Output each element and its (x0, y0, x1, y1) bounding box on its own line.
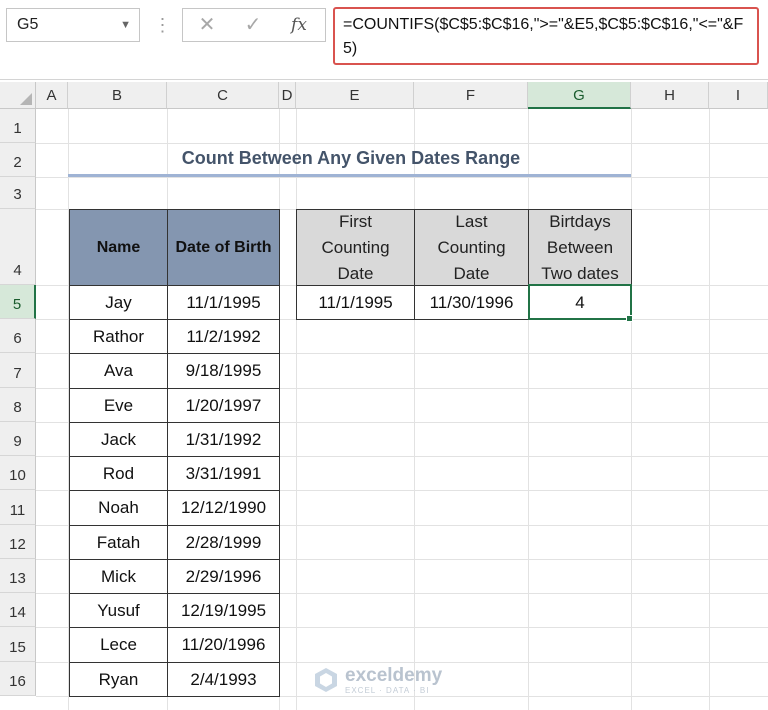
header-line: Counting (321, 237, 390, 257)
row-header-6[interactable]: 6 (0, 319, 36, 353)
cell-name[interactable]: Eve (69, 388, 168, 423)
cell-name[interactable]: Fatah (69, 525, 168, 560)
row-header-14[interactable]: 14 (0, 593, 36, 627)
cell-name[interactable]: Ryan (69, 662, 168, 697)
column-header-a[interactable]: A (36, 82, 68, 109)
header-name[interactable]: Name (69, 209, 168, 286)
fill-handle[interactable] (626, 315, 633, 322)
more-options-icon[interactable]: ⋮ (152, 10, 172, 40)
watermark-tagline: EXCEL · DATA · BI (345, 685, 430, 695)
column-header-h[interactable]: H (631, 82, 709, 109)
header-first-counting-date[interactable]: First Counting Date (296, 209, 415, 286)
row-header-1[interactable]: 1 (0, 109, 36, 143)
enter-icon[interactable]: ✓ (235, 9, 271, 41)
column-header-d[interactable]: D (279, 82, 296, 109)
cell-dob[interactable]: 11/1/1995 (167, 285, 280, 320)
header-birthdays-between[interactable]: Birtdays Between Two dates (528, 209, 632, 286)
gridline (528, 109, 529, 710)
cell-dob[interactable]: 9/18/1995 (167, 353, 280, 389)
column-header-b[interactable]: B (68, 82, 167, 109)
row-header-10[interactable]: 10 (0, 456, 36, 490)
active-cell-selection (528, 284, 632, 320)
select-all-corner[interactable] (0, 82, 36, 109)
header-line: Counting (437, 237, 506, 257)
fx-label: fx (291, 15, 307, 35)
chevron-down-icon[interactable]: ▼ (120, 9, 131, 41)
row-header-5[interactable]: 5 (0, 285, 36, 319)
formula-buttons: ✕ ✓ fx (182, 8, 326, 42)
cell-dob[interactable]: 3/31/1991 (167, 456, 280, 491)
header-line: Two dates (541, 263, 619, 283)
column-header-c[interactable]: C (167, 82, 279, 109)
formula-input[interactable]: =COUNTIFS($C$5:$C$16,">="&E5,$C$5:$C$16,… (333, 7, 759, 65)
watermark: exceldemy EXCEL · DATA · BI (313, 662, 442, 698)
name-box[interactable]: G5 ▼ (6, 8, 140, 42)
insert-function-icon[interactable]: fx (281, 9, 317, 41)
cell-dob[interactable]: 11/2/1992 (167, 319, 280, 354)
select-all-triangle (20, 93, 32, 105)
cell-name[interactable]: Rod (69, 456, 168, 491)
cell-dob[interactable]: 2/28/1999 (167, 525, 280, 560)
row-header-3[interactable]: 3 (0, 177, 36, 209)
header-line: Between (546, 237, 614, 257)
cell-name[interactable]: Ava (69, 353, 168, 389)
cell-dob[interactable]: 12/19/1995 (167, 593, 280, 628)
header-line: Last (455, 211, 488, 231)
row-header-15[interactable]: 15 (0, 627, 36, 662)
gridline (36, 177, 768, 178)
header-line: Birtdays (549, 211, 611, 231)
row-header-13[interactable]: 13 (0, 559, 36, 593)
cell-name[interactable]: Jay (69, 285, 168, 320)
cell-dob[interactable]: 1/31/1992 (167, 422, 280, 457)
row-header-12[interactable]: 12 (0, 525, 36, 559)
header-line: Date (453, 263, 490, 283)
cell-name[interactable]: Mick (69, 559, 168, 594)
cell-name[interactable]: Lece (69, 627, 168, 663)
cell-dob[interactable]: 12/12/1990 (167, 490, 280, 526)
cell-dob[interactable]: 1/20/1997 (167, 388, 280, 423)
gridline (709, 109, 710, 710)
column-header-e[interactable]: E (296, 82, 414, 109)
cell-name[interactable]: Jack (69, 422, 168, 457)
row-header-9[interactable]: 9 (0, 422, 36, 456)
gridline (296, 109, 297, 710)
cell-dob[interactable]: 2/29/1996 (167, 559, 280, 594)
cell-first-date[interactable]: 11/1/1995 (296, 285, 415, 320)
header-line: Date (337, 263, 374, 283)
cell-name[interactable]: Yusuf (69, 593, 168, 628)
cell-name[interactable]: Rathor (69, 319, 168, 354)
header-last-counting-date[interactable]: Last Counting Date (414, 209, 529, 286)
cell-last-date[interactable]: 11/30/1996 (414, 285, 529, 320)
row-header-7[interactable]: 7 (0, 353, 36, 388)
row-header-4[interactable]: 4 (0, 209, 36, 285)
watermark-name: exceldemy (345, 664, 443, 686)
gridline (414, 109, 415, 710)
column-header-g[interactable]: G (528, 82, 631, 109)
row-header-8[interactable]: 8 (0, 388, 36, 422)
cell-dob[interactable]: 2/4/1993 (167, 662, 280, 697)
cell-dob[interactable]: 11/20/1996 (167, 627, 280, 663)
gridline (631, 109, 632, 710)
header-date-of-birth[interactable]: Date of Birth (167, 209, 280, 286)
column-header-i[interactable]: I (709, 82, 768, 109)
row-header-2[interactable]: 2 (0, 143, 36, 177)
exceldemy-logo-icon (315, 668, 337, 692)
column-header-f[interactable]: F (414, 82, 528, 109)
header-line: First (338, 211, 373, 231)
row-header-16[interactable]: 16 (0, 662, 36, 696)
cancel-icon[interactable]: ✕ (189, 9, 225, 41)
cell-name[interactable]: Noah (69, 490, 168, 526)
row-header-11[interactable]: 11 (0, 490, 36, 525)
name-box-value: G5 (17, 16, 39, 33)
title-underline (68, 174, 631, 177)
sheet-title: Count Between Any Given Dates Range (181, 148, 521, 168)
